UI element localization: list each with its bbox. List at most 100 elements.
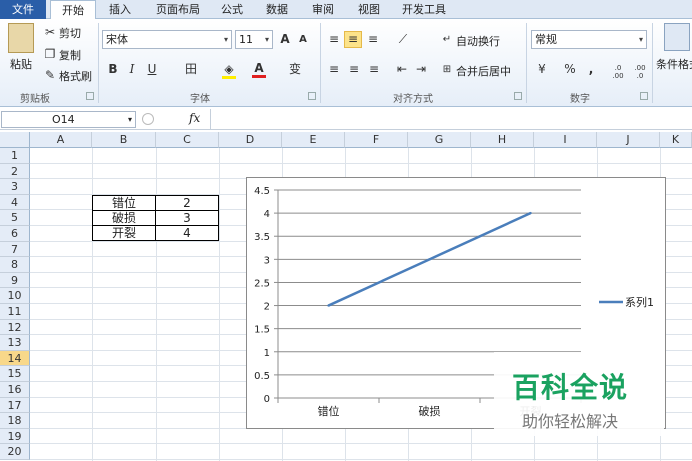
row-header[interactable]: 13 <box>0 335 30 351</box>
clipboard-launcher-icon[interactable] <box>86 92 94 100</box>
row-header[interactable]: 7 <box>0 241 30 258</box>
column-header-d[interactable]: D <box>219 132 282 148</box>
row-header[interactable]: 9 <box>0 272 30 289</box>
shrink-font-icon[interactable]: A <box>297 33 309 47</box>
align-middle-icon[interactable]: ≡ <box>344 31 362 48</box>
wrap-text-button[interactable]: 自动换行 <box>456 33 500 49</box>
row-header[interactable]: 10 <box>0 288 30 304</box>
column-header-f[interactable]: F <box>345 132 408 148</box>
grow-font-icon[interactable]: A <box>278 32 292 46</box>
column-header-a[interactable]: A <box>30 132 92 148</box>
paste-label[interactable]: 粘贴 <box>10 56 32 72</box>
increase-decimal-button[interactable]: .0 .00 <box>608 64 628 80</box>
orientation-icon[interactable]: ⟋ <box>395 32 411 46</box>
row-header[interactable]: 2 <box>0 163 30 180</box>
select-all-corner[interactable] <box>0 132 30 148</box>
fill-color-icon[interactable]: ◈ <box>222 62 236 79</box>
table-value-cell[interactable]: 3 <box>155 210 219 226</box>
increase-indent-icon[interactable]: ⇥ <box>413 62 429 76</box>
merge-icon[interactable]: ⊞ <box>440 63 454 77</box>
tab-home[interactable]: 开始 <box>50 0 96 20</box>
italic-button[interactable]: I <box>125 62 139 76</box>
align-right-icon[interactable]: ≡ <box>366 62 382 76</box>
conditional-format-icon[interactable] <box>664 23 690 51</box>
currency-icon[interactable]: ¥ <box>533 62 551 76</box>
wrap-text-icon[interactable]: ↵ <box>440 33 454 47</box>
column-header-h[interactable]: H <box>471 132 534 148</box>
chevron-down-icon: ▾ <box>264 35 269 44</box>
row-header[interactable]: 6 <box>0 226 30 242</box>
row-header[interactable]: 4 <box>0 194 30 211</box>
copy-icon[interactable]: ❐ <box>44 47 56 61</box>
underline-button[interactable]: U <box>145 62 159 76</box>
fx-icon[interactable]: fx <box>189 111 200 125</box>
align-bottom-icon[interactable]: ≡ <box>365 32 381 46</box>
align-left-icon[interactable]: ≡ <box>326 62 342 76</box>
format-painter-label[interactable]: 格式刷 <box>59 68 92 84</box>
column-header-e[interactable]: E <box>282 132 345 148</box>
decrease-decimal-button[interactable]: .00 .0 <box>630 64 650 80</box>
formula-input[interactable] <box>210 109 692 129</box>
cut-label[interactable]: 剪切 <box>59 25 81 41</box>
tab-insert[interactable]: 插入 <box>100 0 140 19</box>
table-label-cell[interactable]: 错位 <box>92 195 156 211</box>
row-header[interactable]: 5 <box>0 210 30 226</box>
tab-developer[interactable]: 开发工具 <box>396 0 452 19</box>
row-header[interactable]: 15 <box>0 366 30 382</box>
row-header[interactable]: 11 <box>0 304 30 320</box>
copy-label[interactable]: 复制 <box>59 47 81 63</box>
ribbon-tabs: 文件 开始 插入 页面布局 公式 数据 审阅 视图 开发工具 <box>0 0 692 20</box>
tab-formulas[interactable]: 公式 <box>214 0 250 19</box>
number-format-select[interactable]: 常规 ▾ <box>531 30 647 49</box>
row-header[interactable]: 14 <box>0 350 30 367</box>
tab-file[interactable]: 文件 <box>0 0 46 19</box>
font-name-select[interactable]: 宋体 ▾ <box>102 30 232 49</box>
paste-icon[interactable] <box>8 23 34 53</box>
name-box[interactable]: O14 ▾ <box>1 111 136 128</box>
comma-button[interactable]: , <box>586 62 596 76</box>
phonetic-icon[interactable]: 变 <box>287 62 303 76</box>
row-header[interactable]: 18 <box>0 413 30 429</box>
font-size-select[interactable]: 11 ▾ <box>235 30 273 49</box>
borders-icon[interactable]: 田 <box>184 62 198 76</box>
tab-review[interactable]: 审阅 <box>304 0 342 19</box>
row-header[interactable]: 8 <box>0 257 30 273</box>
column-header-j[interactable]: J <box>597 132 660 148</box>
row-header[interactable]: 12 <box>0 319 30 336</box>
format-painter-icon[interactable]: ✎ <box>44 68 56 82</box>
number-launcher-icon[interactable] <box>640 92 648 100</box>
row-header[interactable]: 1 <box>0 148 30 164</box>
decrease-indent-icon[interactable]: ⇤ <box>394 62 410 76</box>
table-value-cell[interactable]: 4 <box>155 225 219 241</box>
font-color-icon[interactable]: A <box>252 61 266 78</box>
row-header[interactable]: 19 <box>0 428 30 445</box>
table-label-cell[interactable]: 破损 <box>92 210 156 226</box>
scissors-icon[interactable]: ✂ <box>44 25 56 39</box>
align-center-icon[interactable]: ≡ <box>346 62 362 76</box>
table-value-cell[interactable]: 2 <box>155 195 219 211</box>
column-header-b[interactable]: B <box>92 132 156 148</box>
merge-center-button[interactable]: 合并后居中 <box>456 63 511 79</box>
group-divider <box>320 23 321 103</box>
row-header[interactable]: 3 <box>0 179 30 195</box>
alignment-launcher-icon[interactable] <box>514 92 522 100</box>
tab-page-layout[interactable]: 页面布局 <box>146 0 210 19</box>
y-tick-label: 4 <box>264 209 270 220</box>
tab-view[interactable]: 视图 <box>350 0 388 19</box>
percent-button[interactable]: % <box>563 62 577 76</box>
tab-data[interactable]: 数据 <box>258 0 296 19</box>
font-launcher-icon[interactable] <box>308 92 316 100</box>
column-header-i[interactable]: I <box>534 132 597 148</box>
number-format-value: 常规 <box>535 33 557 46</box>
column-header-c[interactable]: C <box>156 132 219 148</box>
chevron-down-icon: ▾ <box>127 115 132 124</box>
column-header-k[interactable]: K <box>660 132 692 148</box>
row-header[interactable]: 17 <box>0 397 30 414</box>
align-top-icon[interactable]: ≡ <box>326 32 342 46</box>
conditional-format-label[interactable]: 条件格式 <box>656 56 692 72</box>
row-header[interactable]: 20 <box>0 444 30 460</box>
row-header[interactable]: 16 <box>0 382 30 398</box>
column-header-g[interactable]: G <box>408 132 471 148</box>
bold-button[interactable]: B <box>106 62 120 76</box>
table-label-cell[interactable]: 开裂 <box>92 225 156 241</box>
